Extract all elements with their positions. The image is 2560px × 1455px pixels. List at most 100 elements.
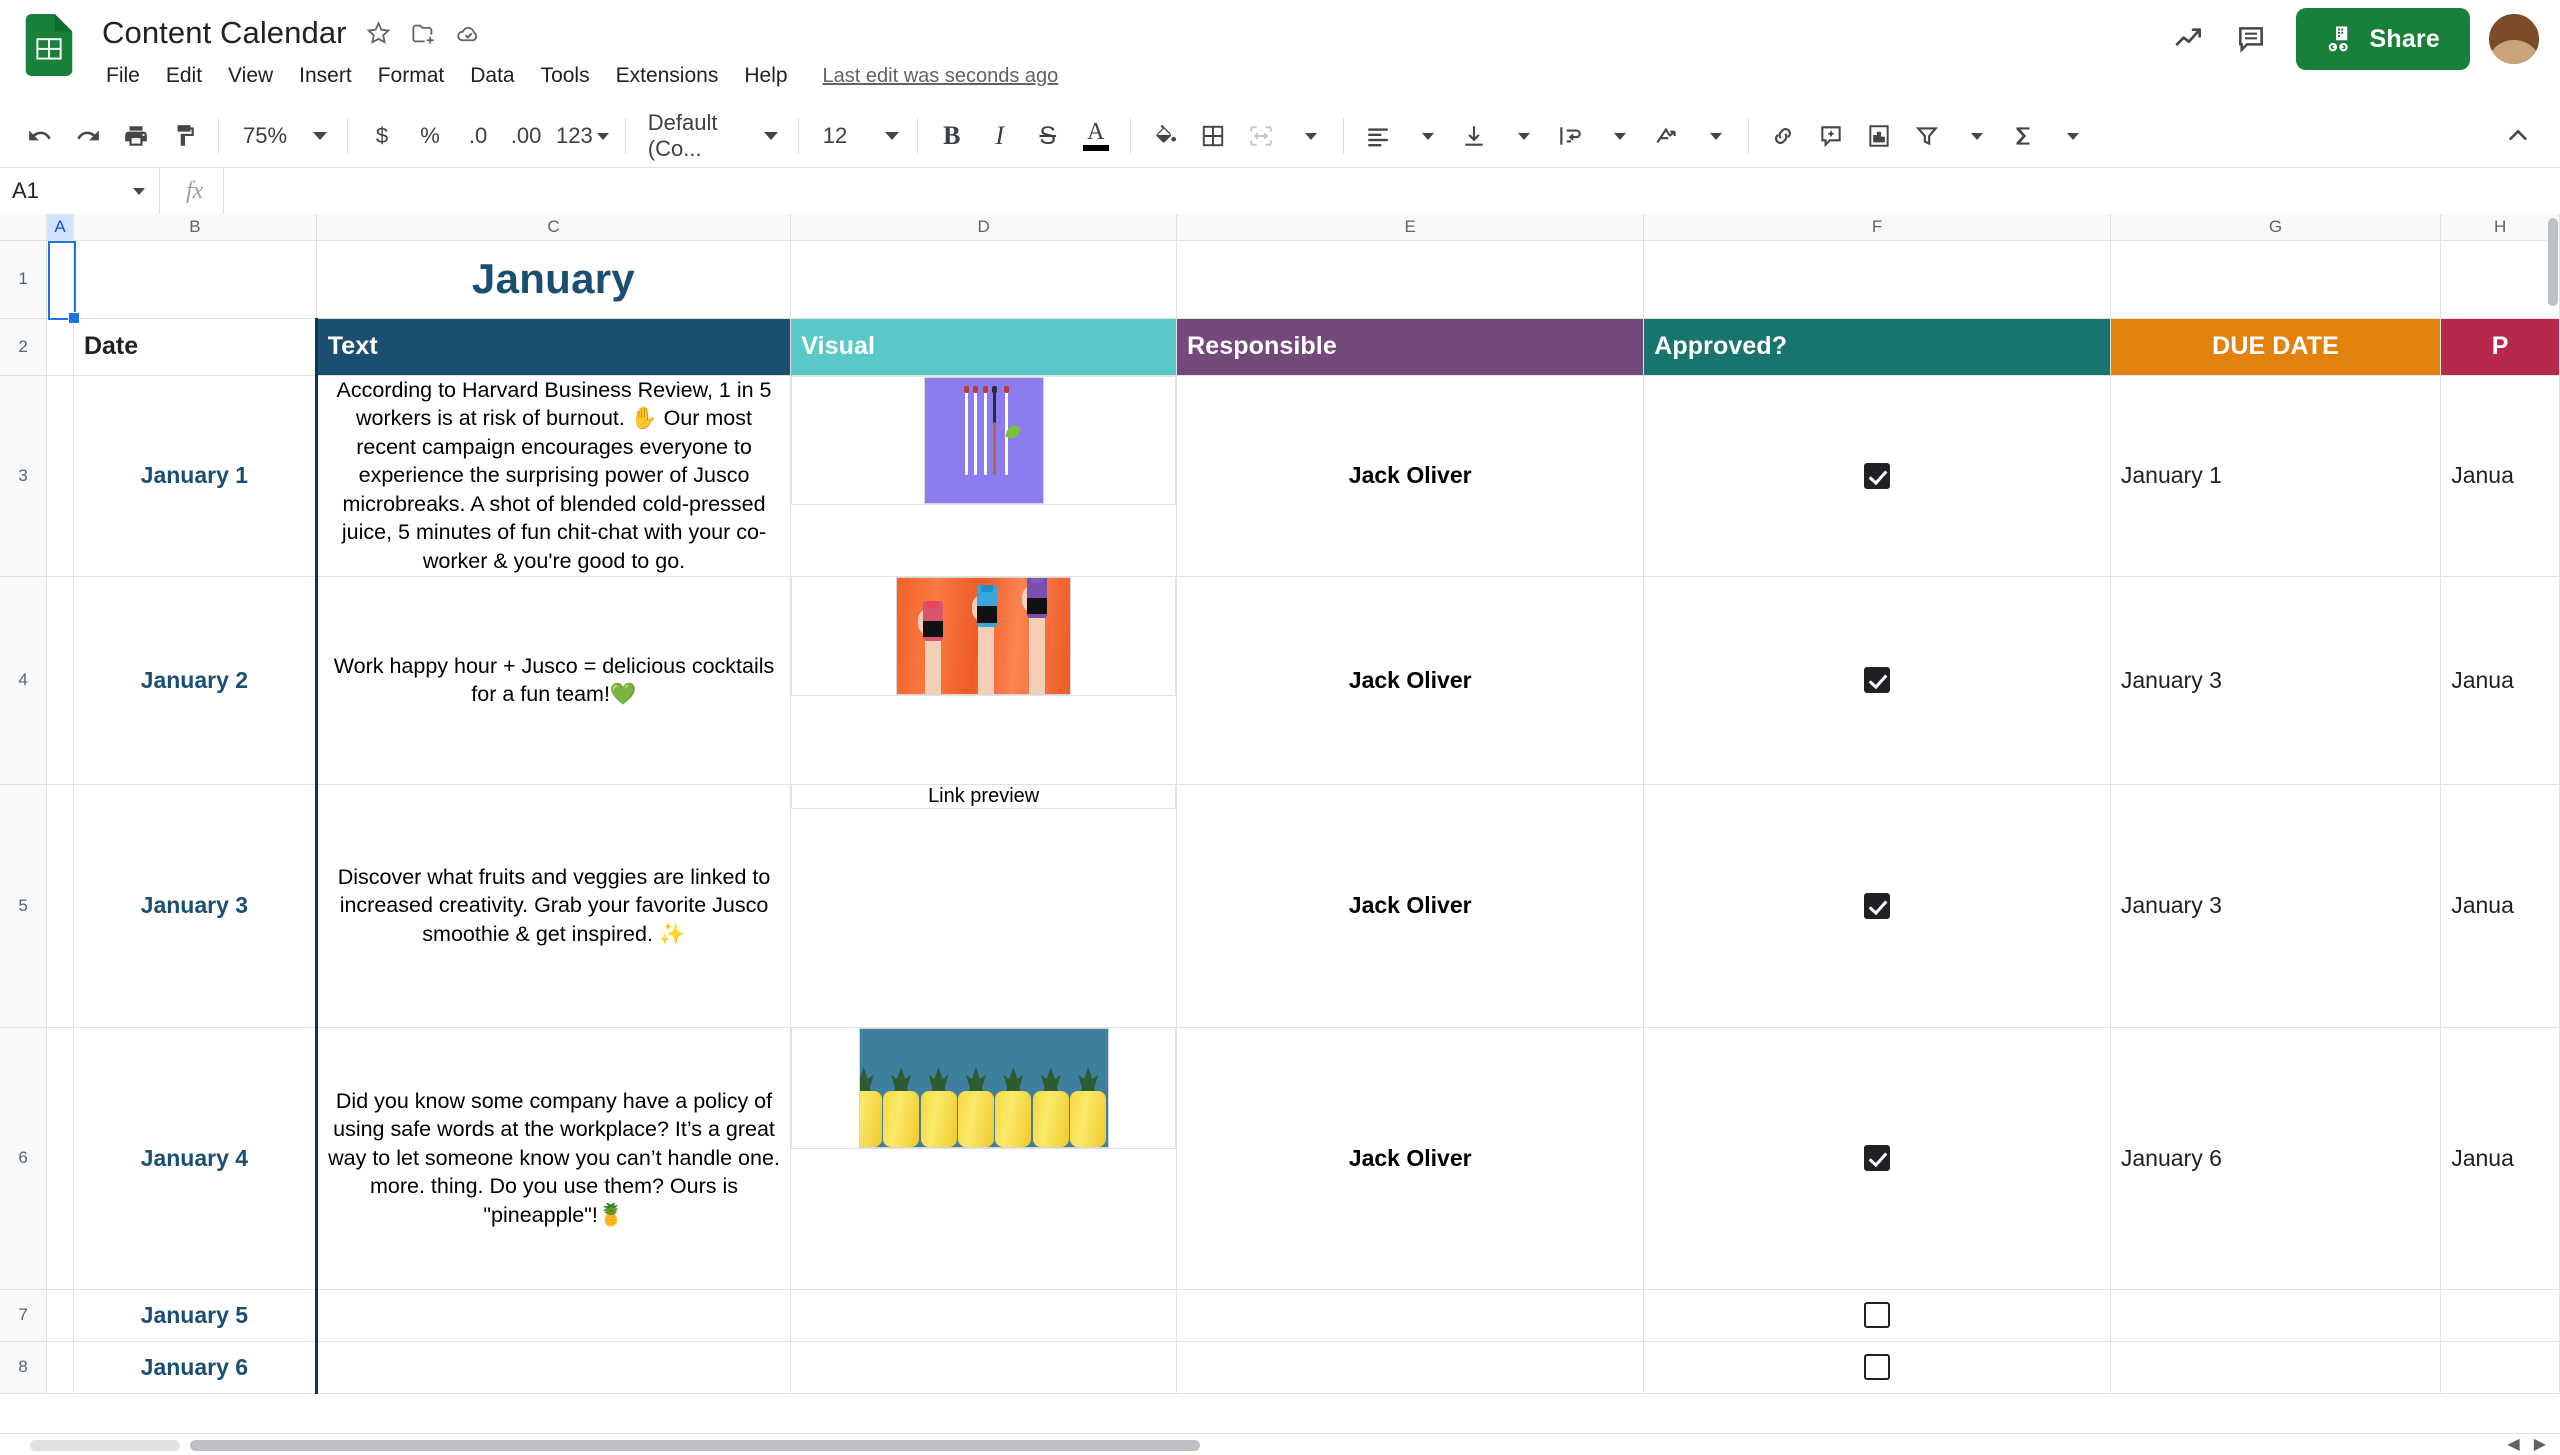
approved-checkbox[interactable]: [1864, 1145, 1891, 1172]
undo-icon[interactable]: [16, 112, 64, 160]
cell-H1[interactable]: [2440, 239, 2560, 319]
horizontal-align-dropdown[interactable]: [1402, 112, 1450, 160]
row-header-3[interactable]: 3: [0, 374, 48, 577]
column-header-F[interactable]: F: [1643, 214, 2111, 241]
menu-edit[interactable]: Edit: [153, 60, 215, 92]
name-box[interactable]: A1: [0, 168, 160, 214]
cell-A4[interactable]: [46, 575, 74, 785]
header-visual[interactable]: Visual: [790, 317, 1178, 376]
scroll-left-icon[interactable]: ◀: [2507, 1436, 2519, 1452]
cell-visual-row4[interactable]: [791, 576, 1177, 697]
last-edit-status[interactable]: Last edit was seconds ago: [823, 65, 1059, 88]
cell-A7[interactable]: [46, 1288, 74, 1342]
column-header-D[interactable]: D: [790, 214, 1178, 241]
row-header-1[interactable]: 1: [0, 239, 48, 319]
approved-checkbox[interactable]: [1864, 1354, 1891, 1381]
cell-publish-row5[interactable]: Janua: [2440, 783, 2560, 1028]
cell-approved-row3[interactable]: [1643, 374, 2111, 577]
font-size-select[interactable]: 12: [809, 112, 907, 160]
filter-dropdown[interactable]: [1951, 112, 1999, 160]
cell-visual-row6[interactable]: [791, 1027, 1177, 1150]
functions-dropdown[interactable]: [2047, 112, 2095, 160]
cell-publish-row8[interactable]: [2440, 1340, 2560, 1394]
vertical-scrollbar[interactable]: [2546, 214, 2560, 1455]
formula-input[interactable]: [224, 168, 2560, 214]
document-title[interactable]: Content Calendar: [102, 15, 347, 51]
cell-responsible-row7[interactable]: [1176, 1288, 1645, 1342]
cell-approved-row5[interactable]: [1643, 783, 2111, 1028]
chevron-down-icon[interactable]: [133, 187, 145, 195]
row-header-2[interactable]: 2: [0, 317, 48, 376]
increase-decimal-button[interactable]: .00: [502, 112, 550, 160]
menu-extensions[interactable]: Extensions: [603, 60, 732, 92]
cell-date-row3[interactable]: January 1: [72, 374, 317, 577]
header-responsible[interactable]: Responsible: [1176, 317, 1645, 376]
cell-text-row4[interactable]: Work happy hour + Jusco = delicious cock…: [314, 575, 792, 785]
header-date[interactable]: Date: [72, 317, 317, 376]
menu-format[interactable]: Format: [365, 60, 458, 92]
vertical-align-icon[interactable]: [1450, 112, 1498, 160]
cell-F1[interactable]: [1643, 239, 2111, 319]
text-rotation-icon[interactable]: [1642, 112, 1690, 160]
cell-visual-row3[interactable]: [791, 375, 1177, 505]
merge-cells-icon[interactable]: [1237, 112, 1285, 160]
cell-text-row8[interactable]: [314, 1340, 792, 1394]
cell-date-row7[interactable]: January 5: [72, 1288, 317, 1342]
print-icon[interactable]: [112, 112, 160, 160]
cell-publish-row3[interactable]: Janua: [2440, 374, 2560, 577]
cell-G1[interactable]: [2109, 239, 2442, 319]
cell-A2[interactable]: [46, 317, 74, 376]
cell-approved-row4[interactable]: [1643, 575, 2111, 785]
create-filter-icon[interactable]: [1903, 112, 1951, 160]
cell-due-date-row3[interactable]: January 1: [2109, 374, 2442, 577]
cell-text-row3[interactable]: According to Harvard Business Review, 1 …: [314, 374, 792, 577]
text-rotation-dropdown[interactable]: [1690, 112, 1738, 160]
column-header-G[interactable]: G: [2109, 214, 2442, 241]
cell-D1[interactable]: [790, 239, 1178, 319]
horizontal-scrollbar-track[interactable]: [0, 1438, 2507, 1452]
share-button[interactable]: Share: [2295, 8, 2470, 70]
collapse-toolbar-icon[interactable]: [2494, 112, 2542, 160]
header-text[interactable]: Text: [314, 317, 792, 376]
cell-responsible-row8[interactable]: [1176, 1340, 1645, 1394]
approved-checkbox[interactable]: [1864, 667, 1891, 694]
trending-up-icon[interactable]: [2158, 8, 2220, 70]
cell-publish-row4[interactable]: Janua: [2440, 575, 2560, 785]
bold-button[interactable]: B: [928, 112, 976, 160]
cell-A8[interactable]: [46, 1340, 74, 1394]
redo-icon[interactable]: [64, 112, 112, 160]
comment-icon[interactable]: [2220, 8, 2282, 70]
link-preview-label[interactable]: Link preview: [928, 785, 1039, 808]
italic-button[interactable]: I: [976, 112, 1024, 160]
menu-view[interactable]: View: [215, 60, 286, 92]
cloud-saved-icon[interactable]: [455, 20, 482, 47]
cell-visual-row8[interactable]: [790, 1340, 1178, 1394]
column-header-A[interactable]: A: [46, 214, 74, 241]
header-publish[interactable]: P: [2440, 317, 2560, 376]
header-approved[interactable]: Approved?: [1643, 317, 2111, 376]
cell-A3[interactable]: [46, 374, 74, 577]
vertical-scrollbar-thumb[interactable]: [2548, 218, 2558, 306]
insert-chart-icon[interactable]: [1855, 112, 1903, 160]
cell-responsible-row5[interactable]: Jack Oliver: [1176, 783, 1645, 1028]
horizontal-scrollbar-thumb[interactable]: [190, 1439, 1200, 1451]
menu-help[interactable]: Help: [731, 60, 800, 92]
cell-due-date-row5[interactable]: January 3: [2109, 783, 2442, 1028]
paint-format-icon[interactable]: [160, 112, 208, 160]
borders-icon[interactable]: [1189, 112, 1237, 160]
fill-color-icon[interactable]: [1141, 112, 1189, 160]
cell-due-date-row8[interactable]: [2109, 1340, 2442, 1394]
cell-text-row5[interactable]: Discover what fruits and veggies are lin…: [314, 783, 792, 1028]
menu-tools[interactable]: Tools: [528, 60, 603, 92]
column-header-B[interactable]: B: [72, 214, 317, 241]
text-wrap-dropdown[interactable]: [1594, 112, 1642, 160]
cell-responsible-row6[interactable]: Jack Oliver: [1176, 1026, 1645, 1290]
row-header-4[interactable]: 4: [0, 575, 48, 785]
cell-E1[interactable]: [1176, 239, 1645, 319]
row-header-8[interactable]: 8: [0, 1340, 48, 1394]
number-format-select[interactable]: 123: [550, 112, 615, 160]
scroll-right-icon[interactable]: ▶: [2534, 1436, 2546, 1452]
column-header-E[interactable]: E: [1176, 214, 1645, 241]
cell-date-row4[interactable]: January 2: [72, 575, 317, 785]
approved-checkbox[interactable]: [1864, 462, 1891, 489]
